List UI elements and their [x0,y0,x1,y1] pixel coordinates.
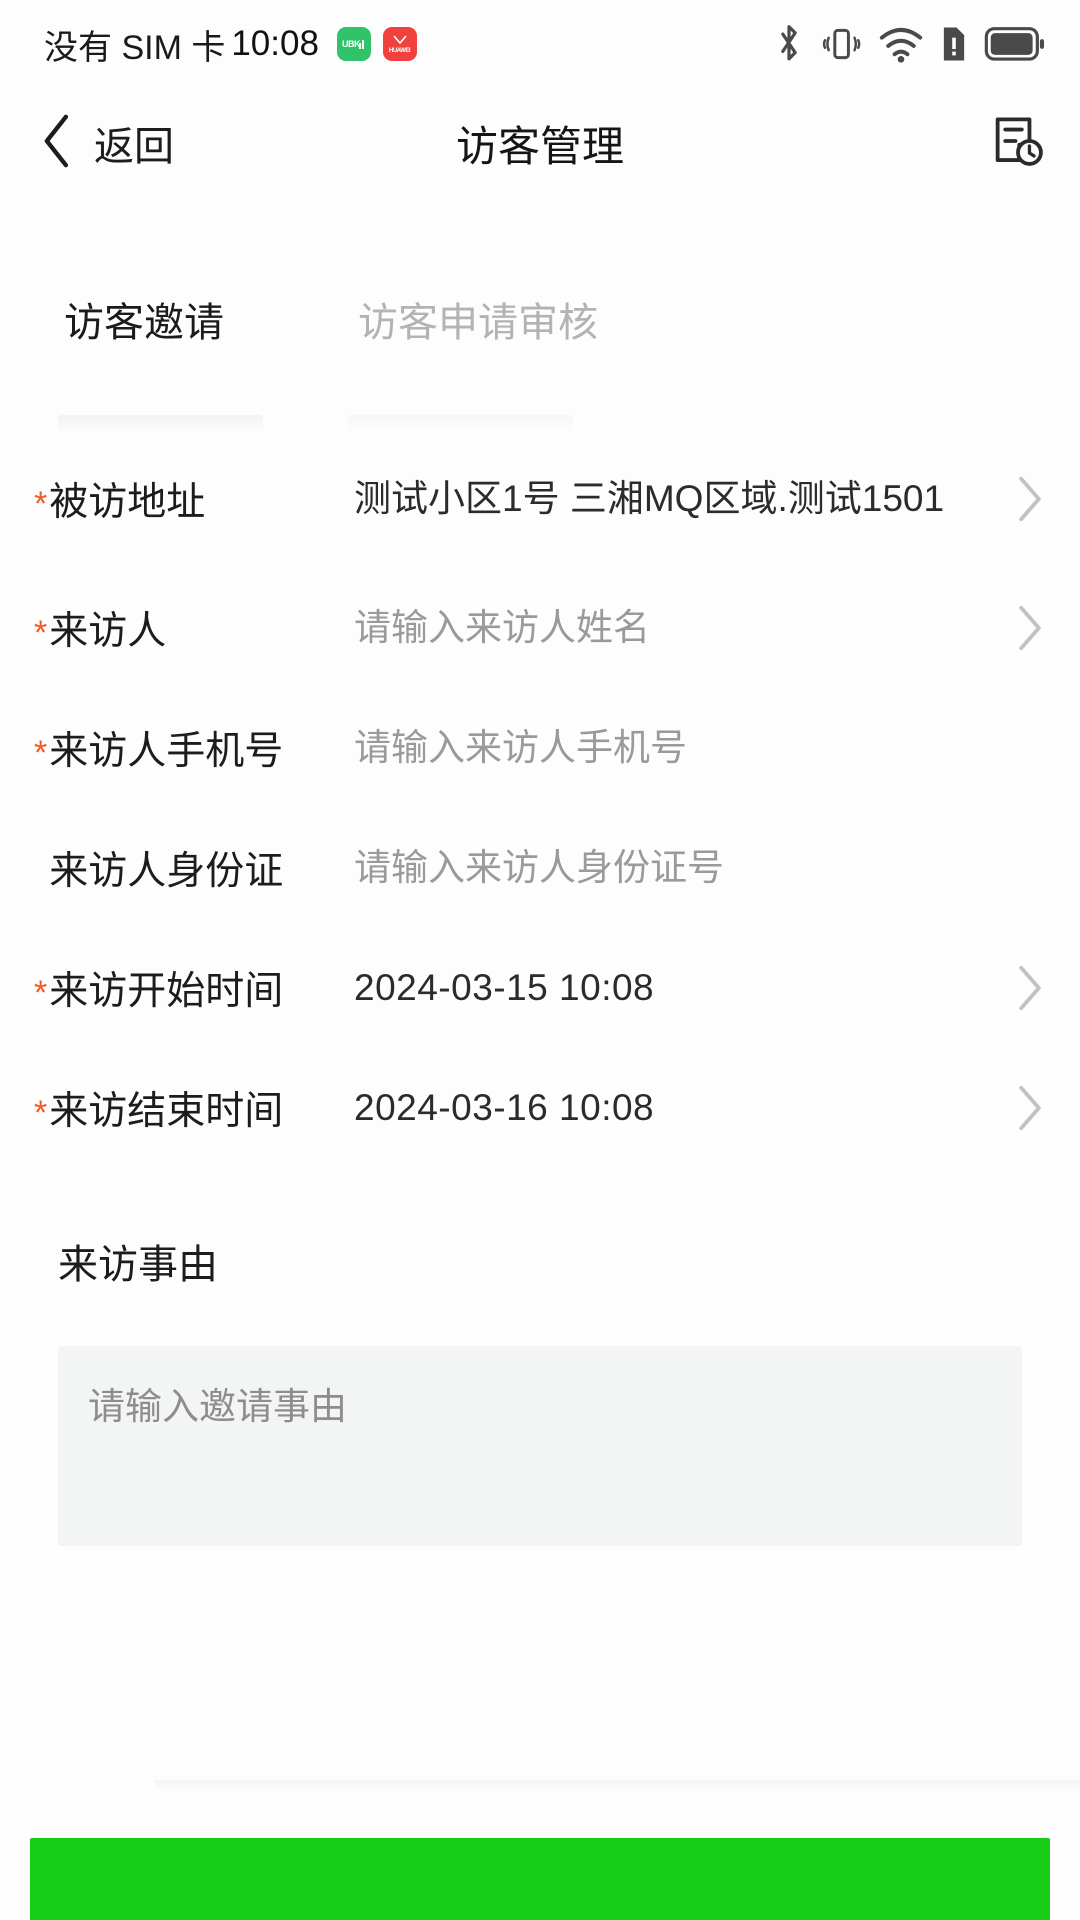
chevron-right-icon-visited-address [998,475,1044,523]
uhome-app-badge: UBK [336,27,371,61]
form-label-text: 来访人身份证 [49,850,284,893]
chevron-right-icon-visitor-name [998,604,1044,652]
bottom-divider [155,1780,1080,1792]
form-row-visit-start-time[interactable]: * 来访开始时间 2024-03-15 10:08 [0,928,1080,1048]
form-row-visited-address[interactable]: * 被访地址 测试小区1号 三湘MQ区域.测试1501 [0,430,1080,568]
tab-bar: 访客邀请 访客申请审核 [0,270,1080,433]
required-star-icon: * [34,614,48,652]
bluetooth-icon [774,23,804,65]
status-bar-left: 没有 SIM 卡 10:08 UBK HUAWEI [44,20,417,69]
form-value-visited-address[interactable]: 测试小区1号 三湘MQ区域.测试1501 [354,474,998,524]
form-row-visitor-id-card[interactable]: * 来访人身份证 请输入来访人身份证号 [0,808,1080,928]
status-bar: 没有 SIM 卡 10:08 UBK HUAWEI [0,0,1080,88]
chevron-right-icon-visit-end-time [998,1084,1044,1132]
form-label-text: 来访结束时间 [49,1090,284,1133]
status-bar-app-badges: UBK HUAWEI [336,27,417,61]
vibrate-icon [820,23,862,65]
form-label-text: 来访人手机号 [49,730,284,773]
tab-visitor-application-review[interactable]: 访客申请审核 [346,270,610,366]
tab-visitor-application-review-label: 访客申请审核 [358,301,598,345]
form-label-visitor-name: * 来访人 [34,600,354,656]
required-star-icon: * [34,734,48,772]
tab-visitor-invite[interactable]: 访客邀请 [52,270,236,366]
visit-reason-title: 来访事由 [58,1243,218,1287]
required-star-icon: * [34,1094,48,1132]
visit-end-time-value[interactable]: 2024-03-16 10:08 [354,1083,998,1133]
battery-icon [984,27,1046,61]
submit-button[interactable] [30,1838,1050,1920]
visit-reason-placeholder: 请输入邀请事由 [88,1386,347,1427]
form-row-visitor-name[interactable]: * 来访人 请输入来访人姓名 [0,568,1080,688]
back-button-label: 返回 [94,125,174,169]
back-button[interactable]: 返回 [40,113,174,174]
tab-underline-shadow-right [348,415,573,433]
visitor-id-card-input[interactable]: 请输入来访人身份证号 [354,843,998,893]
form-label-visit-end-time: * 来访结束时间 [34,1080,354,1136]
required-star-icon: * [34,485,48,523]
visitor-invite-form: * 被访地址 测试小区1号 三湘MQ区域.测试1501 * 来访人 请输入来访人… [0,430,1080,1168]
history-record-button[interactable] [990,113,1046,174]
svg-text:HUAWEI: HUAWEI [389,48,411,54]
visit-start-time-value[interactable]: 2024-03-15 10:08 [354,963,998,1013]
status-bar-right [774,23,1046,65]
status-bar-clock: 10:08 [231,24,319,63]
form-label-text: 来访人 [49,610,167,653]
sim-alert-icon [940,25,968,63]
carrier-label: 没有 SIM 卡 [44,28,226,67]
required-star-icon: * [34,974,48,1012]
tab-visitor-invite-label: 访客邀请 [64,301,224,345]
huawei-app-badge: HUAWEI [382,27,417,61]
visitor-phone-input[interactable]: 请输入来访人手机号 [354,723,998,773]
form-label-visit-start-time: * 来访开始时间 [34,960,354,1016]
chevron-right-icon-visit-start-time [998,964,1044,1012]
form-label-visited-address: * 被访地址 [34,471,354,527]
visitor-name-input[interactable]: 请输入来访人姓名 [354,603,998,653]
chevron-left-icon [40,113,74,174]
app-screen: 没有 SIM 卡 10:08 UBK HUAWEI 返回 访客管理 访客邀请 访… [0,0,1080,1920]
form-row-visit-end-time[interactable]: * 来访结束时间 2024-03-16 10:08 [0,1048,1080,1168]
form-label-visitor-phone: * 来访人手机号 [34,720,354,776]
visit-reason-textarea[interactable]: 请输入邀请事由 [58,1346,1022,1546]
form-row-visitor-phone[interactable]: * 来访人手机号 请输入来访人手机号 [0,688,1080,808]
tab-underline-shadow-left [58,415,263,433]
form-label-text: 被访地址 [49,481,206,524]
form-label-text: 来访开始时间 [49,970,284,1013]
svg-text:UBK: UBK [342,39,361,49]
wifi-icon [878,24,924,64]
history-record-icon [990,113,1046,174]
navigation-bar: 返回 访客管理 [0,88,1080,198]
form-label-visitor-id-card: * 来访人身份证 [34,840,354,896]
